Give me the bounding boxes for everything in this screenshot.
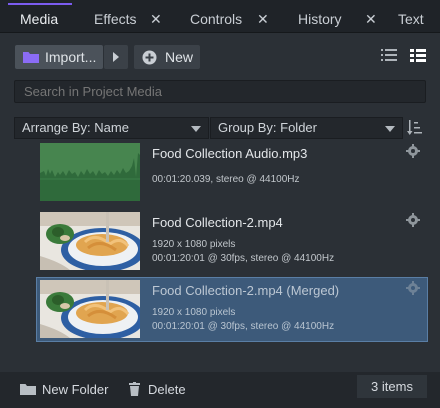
import-label: Import... — [45, 49, 97, 65]
list-view-icon[interactable] — [381, 48, 397, 64]
tab-effects-label: Effects — [94, 11, 137, 27]
folder-icon — [23, 51, 39, 63]
video-thumbnail — [40, 212, 140, 270]
tab-history[interactable]: History — [298, 0, 342, 33]
media-item-duration: 00:01:20:01 @ 30fps, stereo @ 44100Hz — [152, 321, 335, 332]
tab-history-label: History — [298, 11, 342, 27]
arrange-by-label: Arrange By: Name — [22, 120, 129, 135]
gear-icon[interactable] — [406, 213, 420, 227]
media-item-duration: 00:01:20:01 @ 30fps, stereo @ 44100Hz — [152, 253, 335, 264]
sort-order-icon[interactable] — [407, 119, 423, 137]
new-folder-label: New Folder — [42, 381, 109, 397]
tab-media[interactable]: Media — [7, 0, 73, 33]
tab-effects[interactable]: Effects — [94, 0, 137, 33]
new-button[interactable]: New — [134, 45, 200, 69]
tab-text[interactable]: Text — [398, 0, 424, 33]
media-item[interactable]: Food Collection-2.mp4 (Merged) 1920 x 10… — [36, 277, 428, 342]
tab-controls-label: Controls — [190, 11, 243, 27]
search-input[interactable] — [14, 80, 426, 103]
trash-icon — [129, 382, 140, 396]
delete-label: Delete — [148, 381, 186, 397]
tab-text-label: Text — [398, 11, 424, 27]
new-label: New — [165, 49, 194, 65]
media-item-duration: 00:01:20.039, stereo @ 44100Hz — [152, 174, 300, 185]
media-item-name: Food Collection-2.mp4 (Merged) — [152, 283, 340, 298]
plus-circle-icon — [142, 50, 157, 64]
close-controls-icon[interactable]: ✕ — [257, 0, 269, 33]
video-thumbnail — [40, 280, 140, 338]
tab-controls[interactable]: Controls — [190, 0, 242, 33]
close-effects-icon[interactable]: ✕ — [150, 0, 162, 33]
audio-waveform-thumbnail — [40, 143, 140, 201]
delete-button[interactable]: Delete — [129, 379, 186, 399]
chevron-down-icon — [191, 126, 201, 132]
folder-icon — [20, 383, 36, 395]
media-item-resolution: 1920 x 1080 pixels — [152, 239, 236, 250]
media-footer: New Folder Delete 3 items — [0, 372, 440, 408]
media-item-name: Food Collection Audio.mp3 — [152, 146, 308, 161]
group-by-dropdown[interactable]: Group By: Folder — [210, 117, 403, 139]
chevron-down-icon — [385, 126, 395, 132]
thumbnail-view-icon[interactable] — [410, 48, 426, 64]
media-item-name: Food Collection-2.mp4 — [152, 215, 283, 230]
media-item[interactable]: Food Collection-2.mp4 1920 x 1080 pixels… — [36, 209, 428, 274]
media-item[interactable]: Food Collection Audio.mp3 00:01:20.039, … — [36, 140, 428, 205]
arrange-by-dropdown[interactable]: Arrange By: Name — [14, 117, 209, 139]
close-history-icon[interactable]: ✕ — [365, 0, 377, 33]
tab-bar: Media Effects ✕ Controls ✕ History ✕ Tex… — [0, 0, 440, 33]
gear-icon[interactable] — [406, 144, 420, 158]
media-item-resolution: 1920 x 1080 pixels — [152, 307, 236, 318]
new-folder-button[interactable]: New Folder — [20, 379, 108, 399]
gear-icon[interactable] — [406, 281, 420, 295]
import-dropdown-button[interactable] — [104, 45, 128, 69]
import-button[interactable]: Import... — [15, 45, 103, 69]
item-count: 3 items — [357, 375, 427, 398]
chevron-right-icon — [113, 52, 119, 62]
media-list: Food Collection Audio.mp3 00:01:20.039, … — [14, 140, 428, 370]
group-by-label: Group By: Folder — [218, 120, 317, 135]
tab-media-label: Media — [20, 11, 59, 27]
